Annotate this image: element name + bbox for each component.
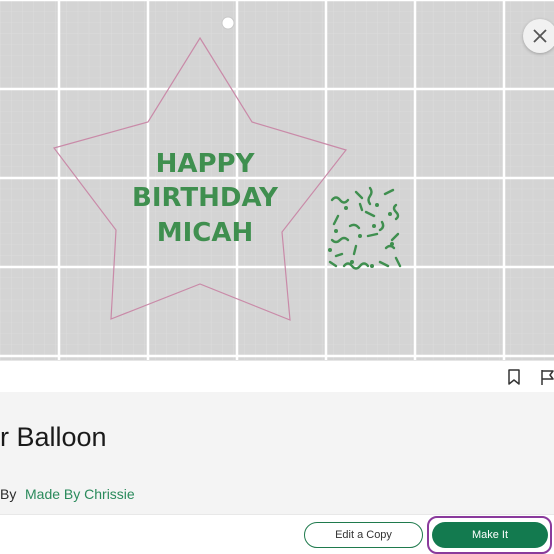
close-button[interactable] xyxy=(523,19,554,53)
design-canvas: HAPPY BIRTHDAY MICAH xyxy=(0,0,554,360)
edit-a-copy-button[interactable]: Edit a Copy xyxy=(304,522,423,548)
balloon-hole xyxy=(221,16,235,30)
design-text-line-2: BIRTHDAY xyxy=(132,183,279,213)
action-bar: Edit a Copy Make It xyxy=(0,514,554,554)
fine-grid xyxy=(0,0,554,360)
by-label: By xyxy=(0,486,17,502)
bookmark-icon[interactable] xyxy=(505,368,523,386)
close-icon xyxy=(533,29,547,43)
canvas-drawing: HAPPY BIRTHDAY MICAH xyxy=(0,0,554,360)
design-text-line-1: HAPPY xyxy=(156,149,256,179)
author-link[interactable]: Made By Chrissie xyxy=(25,486,135,502)
project-info: r Balloon By Made By Chrissie xyxy=(0,392,554,514)
project-title: r Balloon xyxy=(0,422,107,452)
make-it-button[interactable]: Make It xyxy=(432,522,548,548)
project-preview-page: HAPPY BIRTHDAY MICAH r Balloon By Made B… xyxy=(0,0,554,554)
flag-icon[interactable] xyxy=(539,368,554,386)
preview-toolbar xyxy=(0,360,554,392)
design-text-line-3: MICAH xyxy=(157,218,254,248)
